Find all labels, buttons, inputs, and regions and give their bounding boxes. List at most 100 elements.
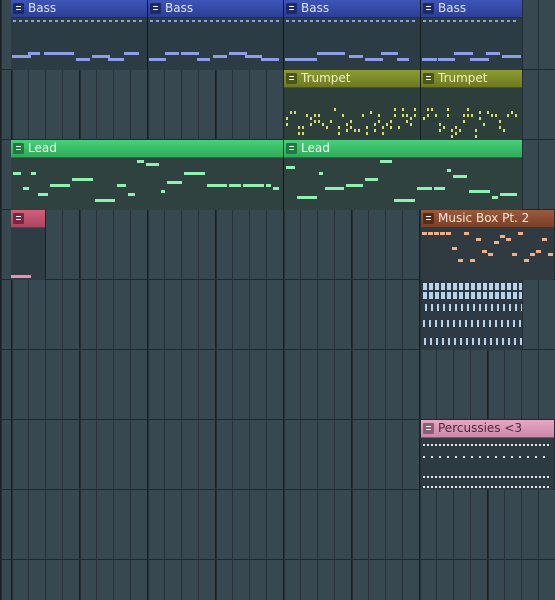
clip-header[interactable]: Bass	[11, 0, 147, 18]
note	[13, 20, 16, 22]
clip-trumpet-2[interactable]: Trumpet	[421, 70, 523, 140]
note	[161, 190, 165, 193]
pattern-icon	[13, 213, 24, 224]
note	[91, 20, 94, 22]
note	[492, 196, 498, 199]
note	[487, 456, 489, 458]
clip-notes	[421, 438, 554, 490]
note	[304, 20, 307, 22]
note	[446, 232, 451, 235]
note	[382, 126, 384, 129]
clip-bass-1[interactable]: Bass	[11, 0, 148, 70]
clip-trumpet-1[interactable]: Trumpet	[284, 70, 421, 140]
note	[483, 476, 485, 478]
note	[470, 58, 489, 61]
note	[447, 476, 449, 478]
note	[76, 58, 90, 61]
clip-bass-3[interactable]: Bass	[284, 0, 421, 70]
note	[298, 20, 301, 22]
note	[475, 444, 477, 446]
note	[483, 123, 485, 126]
clip-notes	[421, 280, 522, 350]
clip-header[interactable]: Music Box Pt. 2	[421, 210, 554, 228]
pattern-icon	[13, 3, 24, 14]
note	[97, 20, 100, 22]
note	[261, 58, 279, 61]
note	[491, 486, 493, 488]
playlist-grid[interactable]: Bass Bass Bass Bass Trumpet Trumpet Lead…	[0, 0, 555, 600]
note	[495, 114, 497, 117]
clip-drums[interactable]	[421, 280, 523, 350]
clip-header[interactable]	[11, 210, 45, 228]
note	[156, 20, 159, 22]
clip-header[interactable]: Percussies <3	[421, 420, 554, 438]
note	[487, 444, 489, 446]
note	[49, 20, 52, 22]
note	[406, 20, 409, 22]
clip-header[interactable]: Trumpet	[284, 70, 420, 88]
clip-header[interactable]: Lead	[11, 140, 283, 158]
note	[326, 126, 328, 129]
note	[117, 184, 126, 187]
clip-notes	[11, 18, 147, 70]
clip-label: Bass	[165, 1, 194, 15]
note	[527, 444, 529, 446]
note	[542, 238, 547, 241]
clip-music-box[interactable]: Music Box Pt. 2	[421, 210, 555, 280]
clip-bass-4[interactable]: Bass	[421, 0, 523, 70]
note	[204, 20, 207, 22]
note	[192, 20, 195, 22]
clip-header[interactable]: Trumpet	[421, 70, 522, 88]
note	[431, 456, 433, 458]
note	[479, 444, 481, 446]
note	[531, 476, 533, 478]
clip-header[interactable]: Bass	[148, 0, 283, 18]
note	[38, 193, 48, 196]
note	[362, 114, 364, 117]
note	[519, 444, 521, 446]
note	[519, 292, 522, 299]
note	[463, 444, 465, 446]
clip-header[interactable]: Bass	[284, 0, 420, 18]
note	[364, 20, 367, 22]
clip-pink[interactable]	[11, 210, 46, 280]
note	[472, 338, 474, 345]
note	[346, 20, 349, 22]
note	[513, 292, 517, 299]
note	[535, 476, 537, 478]
note	[503, 486, 505, 488]
note	[451, 486, 453, 488]
clip-lead-2[interactable]: Lead	[284, 140, 523, 210]
clip-notes	[421, 228, 554, 280]
note	[168, 20, 171, 22]
note	[366, 132, 368, 135]
note	[453, 292, 457, 299]
note	[414, 114, 416, 117]
note	[423, 292, 427, 299]
note	[459, 486, 461, 488]
note	[410, 123, 412, 126]
note	[443, 486, 445, 488]
clip-bass-2[interactable]: Bass	[148, 0, 284, 70]
note	[431, 476, 433, 478]
note	[439, 444, 441, 446]
note	[524, 259, 529, 262]
note	[423, 320, 425, 327]
note	[318, 114, 320, 117]
note	[139, 20, 142, 22]
note	[483, 444, 485, 446]
note	[441, 283, 445, 290]
clip-label: Bass	[301, 1, 330, 15]
note	[228, 20, 231, 22]
note	[497, 304, 499, 311]
clip-label: Trumpet	[438, 71, 488, 85]
note	[388, 20, 391, 22]
note	[487, 111, 489, 114]
note	[108, 58, 124, 61]
note	[370, 20, 373, 22]
clip-header[interactable]: Bass	[421, 0, 522, 18]
clip-lead-1[interactable]: Lead	[11, 140, 284, 210]
clip-percussies[interactable]: Percussies <3	[421, 420, 555, 490]
note	[294, 111, 296, 114]
clip-header[interactable]: Lead	[284, 140, 522, 158]
